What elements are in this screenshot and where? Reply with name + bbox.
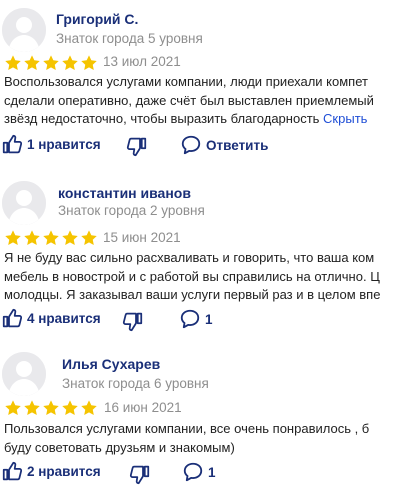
thumb-up-icon xyxy=(2,134,23,154)
author-level: Знаток города 2 уровня xyxy=(58,203,205,218)
likes-count: 2 нравится xyxy=(27,464,101,479)
review-text: Воспользовался услугами компании, люди п… xyxy=(4,73,407,129)
comments-count: 1 xyxy=(205,311,213,327)
star-icon xyxy=(5,400,21,416)
rating-stars xyxy=(4,229,98,247)
likes-count: 4 нравится xyxy=(27,311,101,326)
review-date: 16 июн 2021 xyxy=(104,400,182,415)
star-icon xyxy=(62,400,78,416)
star-icon xyxy=(43,55,59,71)
avatar[interactable] xyxy=(2,352,46,396)
like-button[interactable]: 1 нравится xyxy=(2,134,101,155)
thumb-down-icon xyxy=(129,465,150,485)
reply-label: Ответить xyxy=(206,137,269,153)
thumb-up-icon xyxy=(2,308,23,328)
star-icon xyxy=(81,400,97,416)
review-text-line: сделали оперативно, даже счёт был выстав… xyxy=(4,92,374,108)
review-text-line: Я не буду вас сильно расхваливать и гово… xyxy=(4,250,375,265)
comment-bubble-icon xyxy=(181,135,201,155)
like-button[interactable]: 2 нравится xyxy=(2,461,101,482)
avatar-placeholder-icon xyxy=(2,181,46,225)
author-name[interactable]: Илья Сухарев xyxy=(62,356,160,372)
avatar[interactable] xyxy=(2,8,46,52)
comments-count: 1 xyxy=(208,464,216,480)
review-date: 15 июн 2021 xyxy=(103,230,181,245)
star-icon xyxy=(62,230,78,246)
author-name[interactable]: Григорий С. xyxy=(56,11,138,27)
review-text-line: буду советовать друзьям и знакомым) xyxy=(4,439,235,455)
author-level: Знаток города 6 уровня xyxy=(62,376,209,391)
review-text-line: Воспользовался услугами компании, люди п… xyxy=(4,74,368,89)
review-text-line-content: звёзд недостаточно, чтобы выразить благо… xyxy=(4,111,320,127)
like-button[interactable]: 4 нравится xyxy=(2,308,101,329)
review-text-line: звёзд недостаточно, чтобы выразить благо… xyxy=(4,110,407,129)
author-name[interactable]: константин иванов xyxy=(58,185,191,201)
star-icon xyxy=(81,230,97,246)
comment-bubble-icon xyxy=(183,462,203,482)
review-text-line: Пользовался услугами компании, все очень… xyxy=(4,421,370,436)
star-icon xyxy=(5,55,21,71)
bottom-fade xyxy=(0,486,407,500)
review-card: Илья Сухарев Знаток города 6 уровня 16 и… xyxy=(0,340,407,500)
rating-stars xyxy=(4,399,98,417)
dislike-button[interactable] xyxy=(126,136,147,157)
avatar[interactable] xyxy=(2,181,46,225)
review-date: 13 июл 2021 xyxy=(103,54,181,69)
star-icon xyxy=(5,230,21,246)
reply-button[interactable]: Ответить xyxy=(180,134,268,156)
star-icon xyxy=(43,400,59,416)
review-text-line: молодцы. Я заказывал ваши услуги первый … xyxy=(4,287,381,303)
avatar-placeholder-icon xyxy=(2,352,46,396)
star-icon xyxy=(24,230,40,246)
hide-link[interactable]: Скрыть xyxy=(323,111,367,126)
avatar-placeholder-icon xyxy=(2,8,46,52)
thumb-down-icon xyxy=(126,137,147,157)
review-text: Я не буду вас сильно расхваливать и гово… xyxy=(4,249,407,305)
review-text-line: мебель в новострой и с работой вы справи… xyxy=(4,268,380,284)
rating-stars xyxy=(4,54,98,72)
thumb-up-icon xyxy=(2,461,23,481)
comment-bubble-icon xyxy=(180,309,200,329)
star-icon xyxy=(24,55,40,71)
author-level: Знаток города 5 уровня xyxy=(56,31,203,46)
dislike-button[interactable] xyxy=(129,464,150,485)
star-icon xyxy=(43,230,59,246)
review-text: Пользовался услугами компании, все очень… xyxy=(4,420,407,457)
review-card: константин иванов Знаток города 2 уровня… xyxy=(0,165,407,340)
thumb-down-icon xyxy=(122,312,143,332)
likes-count: 1 нравится xyxy=(27,137,101,152)
star-icon xyxy=(81,55,97,71)
review-card: Григорий С. Знаток города 5 уровня 13 ию… xyxy=(0,0,407,165)
star-icon xyxy=(24,400,40,416)
comments-button[interactable]: 1 xyxy=(182,461,216,483)
comments-button[interactable]: 1 xyxy=(179,308,213,330)
dislike-button[interactable] xyxy=(122,311,143,332)
star-icon xyxy=(62,55,78,71)
